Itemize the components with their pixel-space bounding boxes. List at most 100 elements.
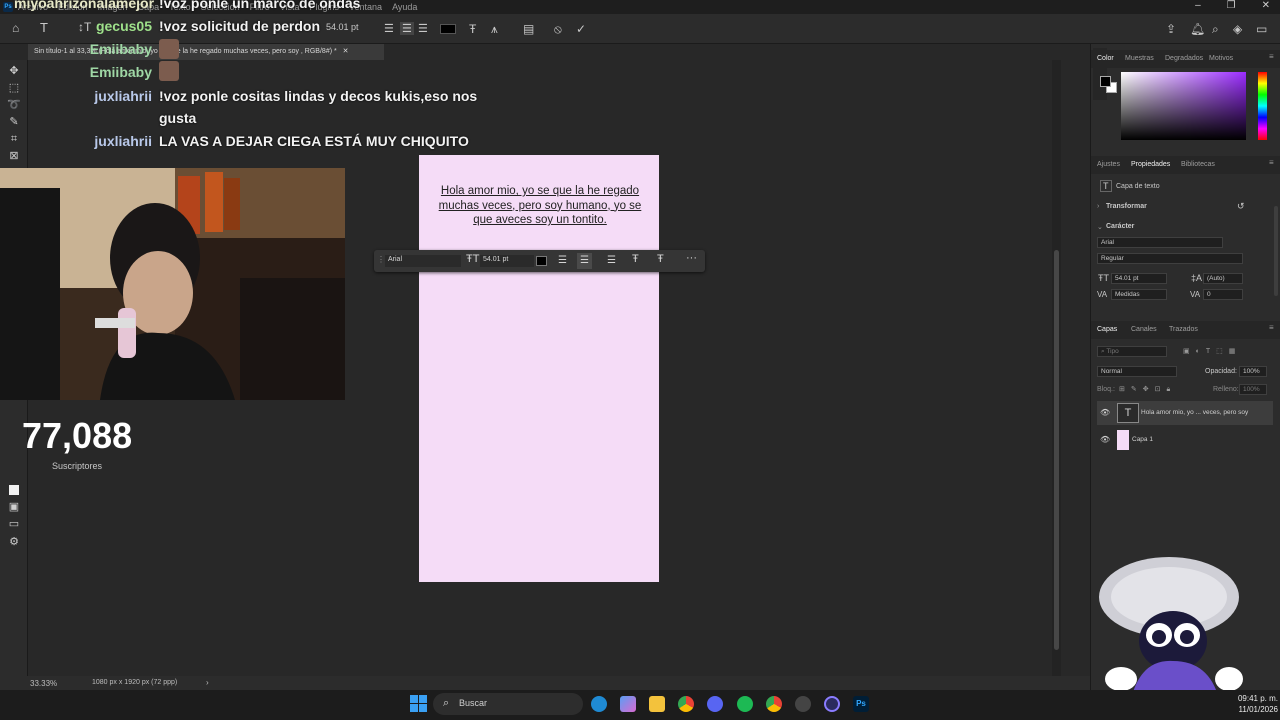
status-arrow-icon[interactable]: › [206, 678, 209, 687]
chat-username: miyoahrizonalamejor [14, 0, 155, 11]
blend-mode-select[interactable]: Normal [1097, 366, 1177, 377]
menu-item[interactable]: Ayuda [392, 2, 417, 12]
layer-row-text[interactable]: 👁︎ T Hola amor mio, yo ... veces, pero s… [1097, 401, 1273, 425]
foreground-color-swatch[interactable] [1100, 76, 1111, 87]
bell-icon[interactable]: 🔔︎ [1190, 22, 1205, 36]
document-text-layer[interactable]: Hola amor mio, yo se que la he regado mu… [428, 184, 652, 228]
eye-icon[interactable]: 👁︎ [1100, 435, 1110, 444]
kerning-field[interactable]: Medidas [1111, 289, 1167, 300]
chrome-profile-icon[interactable] [766, 696, 782, 712]
panel-tab[interactable]: Capas [1097, 326, 1117, 333]
more-options-icon[interactable]: ··· [686, 252, 697, 264]
text-options-icon[interactable]: Ŧ [657, 253, 664, 265]
layer-filter-icons[interactable]: ▣◐T⬚▦ [1183, 347, 1241, 355]
edge-icon[interactable] [591, 696, 607, 712]
discover-icon[interactable]: ◈ [1233, 22, 1242, 36]
font-family-select[interactable]: Arial [1097, 237, 1223, 248]
windows-start-icon[interactable] [410, 695, 428, 713]
panel-tab[interactable]: Trazados [1169, 326, 1198, 333]
brush-tool-icon[interactable]: ✎ [6, 115, 22, 129]
align-center-icon[interactable]: ☰ [577, 253, 592, 269]
layer-filter-search[interactable]: ⌕ Tipo [1097, 346, 1167, 357]
align-right-icon[interactable]: ☰ [607, 255, 616, 266]
tracking-field[interactable]: 0 [1203, 289, 1243, 300]
font-style-select[interactable]: Regular [1097, 253, 1243, 264]
chevron-right-icon[interactable]: › [1097, 203, 1099, 210]
discord-icon[interactable] [707, 696, 723, 712]
color-swatches-icon[interactable] [9, 485, 19, 495]
chat-message-continued: gusta [159, 110, 197, 126]
fill-field[interactable]: 100% [1239, 384, 1267, 395]
minimize-icon[interactable]: – [1195, 0, 1201, 11]
close-tab-icon[interactable]: ✕ [343, 48, 349, 55]
align-center-icon[interactable]: ☰ [400, 22, 414, 35]
character-section[interactable]: Carácter [1106, 223, 1134, 230]
panel-menu-icon[interactable]: ≡ [1269, 52, 1274, 61]
search-icon[interactable]: ⌕ [1212, 22, 1219, 37]
share-icon[interactable]: ⇪ [1166, 22, 1176, 36]
text-color-swatch[interactable] [440, 24, 456, 34]
panel-tab[interactable]: Motivos [1209, 55, 1233, 62]
commit-icon[interactable]: ✓ [576, 22, 586, 36]
eye-icon[interactable]: 👁︎ [1100, 408, 1110, 417]
zoom-level[interactable]: 33.33% [30, 679, 57, 688]
taskbar-clock[interactable]: 09:41 p. m. 11/01/2026 [1222, 693, 1278, 715]
align-left-icon[interactable]: ☰ [558, 255, 567, 266]
maximize-icon[interactable]: ❐ [1227, 0, 1236, 11]
properties-scrollbar[interactable] [1274, 206, 1278, 296]
copilot-icon[interactable] [620, 696, 636, 712]
panel-tab[interactable]: Bibliotecas [1181, 161, 1215, 168]
panel-tab[interactable]: Degradados [1165, 55, 1203, 62]
close-icon[interactable]: ✕ [1262, 0, 1270, 11]
3d-icon[interactable]: ▤ [523, 22, 534, 36]
font-size-field[interactable]: 54.01 pt [326, 22, 359, 32]
align-right-icon[interactable]: ☰ [418, 22, 428, 35]
panel-tab[interactable]: Muestras [1125, 55, 1154, 62]
file-explorer-icon[interactable] [649, 696, 665, 712]
quick-mask-icon[interactable]: ▣ [6, 500, 22, 514]
workspace-icon[interactable]: ▭ [1256, 22, 1267, 36]
chat-message: !voz ponle cositas lindas y decos kukis,… [159, 88, 478, 104]
lock-icons[interactable]: ⊞✎✥⊡🔒︎ [1119, 385, 1176, 394]
panel-tab[interactable]: Color [1097, 55, 1114, 62]
font-size-icon: ŦT [1098, 273, 1109, 283]
spotify-icon[interactable] [737, 696, 753, 712]
taskbar-search[interactable]: ⌕ Buscar [433, 693, 583, 715]
panel-menu-icon[interactable]: ≡ [1269, 158, 1274, 167]
character-panel-icon[interactable]: ⩚ [491, 22, 498, 37]
photoshop-taskbar-icon[interactable]: Ps [853, 696, 869, 712]
document-dimensions: 1080 px x 1920 px (72 ppp) [92, 679, 178, 686]
leading-field[interactable]: (Auto) [1203, 273, 1243, 284]
font-size-field[interactable]: 54.01 pt [1111, 273, 1167, 284]
panel-tab[interactable]: Canales [1131, 326, 1157, 333]
chrome-icon[interactable] [678, 696, 694, 712]
transform-section[interactable]: Transformar [1106, 203, 1147, 210]
layer-row-pixel[interactable]: 👁︎ Capa 1 [1097, 428, 1273, 452]
reset-icon[interactable]: ↺ [1237, 201, 1245, 212]
opacity-field[interactable]: 100% [1239, 366, 1267, 377]
chevron-down-icon[interactable]: ⌄ [1097, 223, 1103, 231]
font-family-select[interactable]: Arial [385, 255, 461, 267]
warp-text-icon[interactable]: Ŧ [632, 253, 639, 265]
clock-date: 11/01/2026 [1238, 705, 1278, 714]
panel-tab[interactable]: Propiedades [1131, 161, 1170, 168]
screen-mode-icon[interactable]: ▭ [6, 517, 22, 531]
warp-text-icon[interactable]: Ŧ [469, 22, 476, 36]
app-icon[interactable] [824, 696, 840, 712]
vertical-scrollbar[interactable] [1052, 60, 1061, 676]
extra-tools-icon[interactable]: ⚙ [6, 535, 22, 549]
chat-emote-image [159, 61, 179, 81]
frame-tool-icon[interactable]: ⊠ [6, 149, 22, 163]
color-picker-field[interactable] [1121, 72, 1246, 140]
panel-tab[interactable]: Ajustes [1097, 161, 1120, 168]
cancel-icon[interactable]: ⦸ [554, 22, 562, 37]
panel-menu-icon[interactable]: ≡ [1269, 323, 1274, 332]
font-size-select[interactable]: 54.01 pt [480, 255, 534, 267]
drag-handle-icon[interactable]: ⋮ [377, 255, 385, 264]
hue-slider[interactable] [1258, 72, 1267, 140]
align-left-icon[interactable]: ☰ [384, 22, 394, 35]
font-family-value: Arial [1101, 239, 1115, 246]
obs-icon[interactable] [795, 696, 811, 712]
opacity-label: Opacidad: [1205, 368, 1237, 375]
text-color-button[interactable] [536, 256, 547, 266]
